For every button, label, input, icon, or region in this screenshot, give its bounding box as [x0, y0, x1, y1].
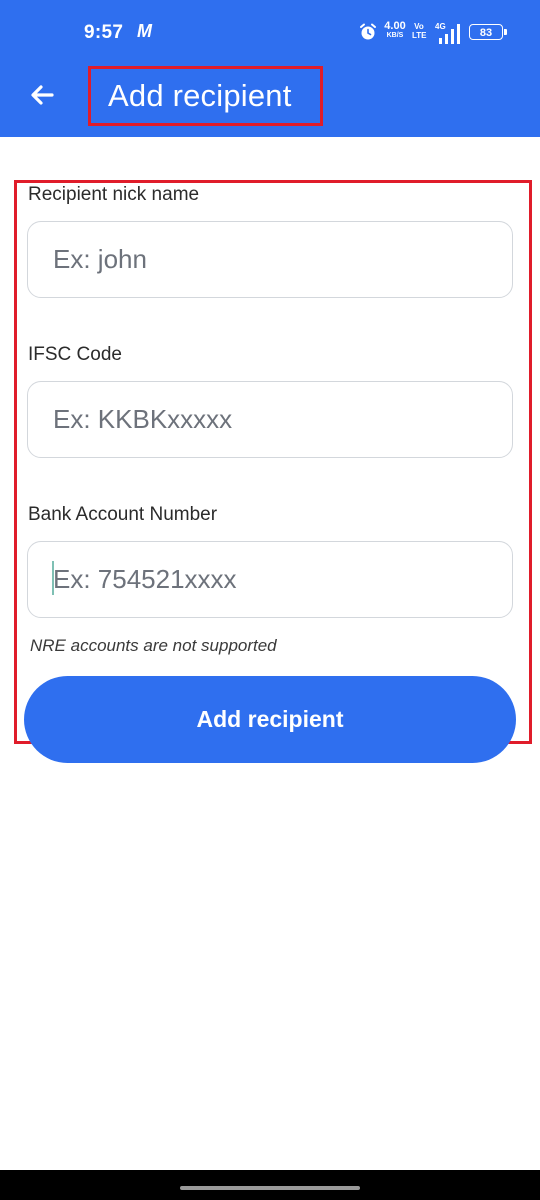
volte-indicator: Vo LTE — [412, 22, 427, 40]
ifsc-label: IFSC Code — [28, 344, 122, 365]
signal-strength-icon — [439, 24, 460, 44]
home-gesture-handle[interactable] — [180, 1186, 360, 1190]
network-speed: 4.00 KB/S — [381, 21, 409, 41]
add-recipient-button[interactable]: Add recipient — [24, 676, 516, 763]
network-speed-unit: KB/S — [386, 32, 404, 39]
alarm-clock-icon — [360, 23, 376, 40]
battery-icon: 83 — [469, 24, 507, 40]
status-time: 9:57 — [84, 22, 124, 43]
volte-bottom: LTE — [412, 31, 427, 40]
app-bar: 9:57 M 4.00 KB/S Vo LTE 4G 83 Add recipi… — [0, 0, 540, 137]
account-number-label: Bank Account Number — [28, 504, 218, 525]
ifsc-input[interactable] — [27, 381, 513, 458]
status-bar: 9:57 M 4.00 KB/S Vo LTE 4G 83 — [0, 0, 540, 62]
status-icons: 4.00 KB/S Vo LTE 4G 83 — [357, 20, 517, 46]
page-title: Add recipient — [108, 78, 292, 113]
nickname-label: Recipient nick name — [28, 184, 200, 205]
nre-note: NRE accounts are not supported — [30, 636, 277, 655]
text-cursor — [52, 561, 54, 595]
back-arrow-icon[interactable] — [22, 78, 62, 118]
account-number-input[interactable] — [27, 541, 513, 618]
network-speed-value: 4.00 — [384, 20, 406, 32]
battery-level: 83 — [479, 27, 493, 39]
app-notification-icon: M — [137, 21, 152, 41]
system-nav-bar — [0, 1170, 540, 1200]
volte-top: Vo — [414, 22, 424, 31]
nickname-input[interactable] — [27, 221, 513, 298]
